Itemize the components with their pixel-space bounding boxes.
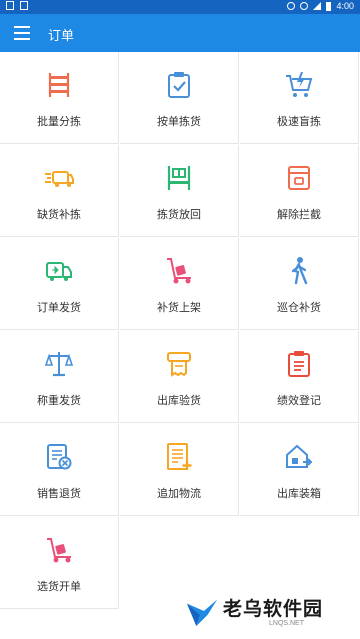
- return-form-icon: [47, 444, 72, 470]
- tile-outbound-inspect[interactable]: 出库验货: [120, 331, 239, 423]
- tile-label: 追加物流: [157, 488, 201, 500]
- tile-label: 缺货补拣: [37, 209, 81, 221]
- tile-label: 批量分拣: [37, 116, 81, 128]
- tile-outbound-packing[interactable]: 出库装箱: [240, 424, 359, 516]
- box-return-icon: [167, 166, 191, 190]
- tile-shortage-repick[interactable]: 缺货补拣: [0, 145, 119, 237]
- tile-performance-register[interactable]: 绩效登记: [240, 331, 359, 423]
- tile-label: 极速盲拣: [277, 116, 321, 128]
- tile-label: 订单发货: [37, 302, 81, 314]
- tile-pick-return[interactable]: 拣货放回: [120, 145, 239, 237]
- tile-label: 补货上架: [157, 302, 201, 314]
- package-unlock-icon: [288, 166, 310, 190]
- walking-person-icon: [291, 257, 308, 285]
- watermark: 老乌软件园 LNQS.NET: [185, 592, 355, 632]
- signal-icon: [313, 2, 322, 10]
- tile-add-logistics[interactable]: 追加物流: [120, 424, 239, 516]
- shelf-icon: [48, 73, 70, 97]
- tile-quick-blind-pick[interactable]: 极速盲拣: [240, 52, 359, 144]
- battery-icon: [326, 1, 332, 11]
- tile-label: 解除拦截: [277, 209, 321, 221]
- delivery-truck-icon: [46, 262, 72, 281]
- tile-label: 出库装箱: [277, 488, 321, 500]
- hand-truck-icon: [167, 258, 191, 284]
- notification-icon: [6, 1, 14, 10]
- tile-label: 销售退货: [37, 488, 81, 500]
- tile-release-intercept[interactable]: 解除拦截: [240, 145, 359, 237]
- tile-label: 绩效登记: [277, 395, 321, 407]
- tile-label: 按单拣货: [157, 116, 201, 128]
- tile-sales-return[interactable]: 销售退货: [0, 424, 119, 516]
- tile-label: 拣货放回: [157, 209, 201, 221]
- tile-restock-shelve[interactable]: 补货上架: [120, 238, 239, 330]
- tile-select-create-order[interactable]: 选货开单: [0, 517, 119, 609]
- dnd-icon: [287, 2, 296, 10]
- tile-weigh-ship[interactable]: 称重发货: [0, 331, 119, 423]
- tile-label: 出库验货: [157, 395, 201, 407]
- tile-label: 称重发货: [37, 395, 81, 407]
- tile-order-ship[interactable]: 订单发货: [0, 238, 119, 330]
- trolley-icon: [47, 538, 71, 563]
- truck-fast-icon: [45, 171, 74, 187]
- watermark-subtext: LNQS.NET: [269, 620, 305, 627]
- document-add-icon: [167, 443, 192, 470]
- tile-pick-by-order[interactable]: 按单拣货: [120, 52, 239, 144]
- clock: 4:00: [336, 1, 354, 11]
- page-title: 订单: [48, 28, 75, 43]
- hamburger-menu-icon[interactable]: [14, 26, 30, 40]
- clipboard-list-icon: [288, 351, 310, 377]
- status-bar: 4:00: [0, 0, 360, 14]
- wifi-icon: [300, 2, 309, 10]
- tile-patrol-restock[interactable]: 巡仓补货: [240, 238, 359, 330]
- warehouse-box-icon: [286, 444, 313, 468]
- clipboard-check-icon: [168, 72, 190, 98]
- app-bar: 订单: [0, 14, 360, 52]
- scale-icon: [44, 352, 74, 377]
- tile-label: 选货开单: [37, 581, 81, 593]
- bird-logo-icon: [186, 599, 218, 627]
- notification-icon: [20, 1, 28, 10]
- tile-batch-sort[interactable]: 批量分拣: [0, 52, 119, 144]
- tile-label: 巡仓补货: [277, 302, 321, 314]
- cart-lightning-icon: [286, 72, 313, 97]
- watermark-text: 老乌软件园: [223, 599, 324, 620]
- receipt-printer-icon: [167, 352, 191, 377]
